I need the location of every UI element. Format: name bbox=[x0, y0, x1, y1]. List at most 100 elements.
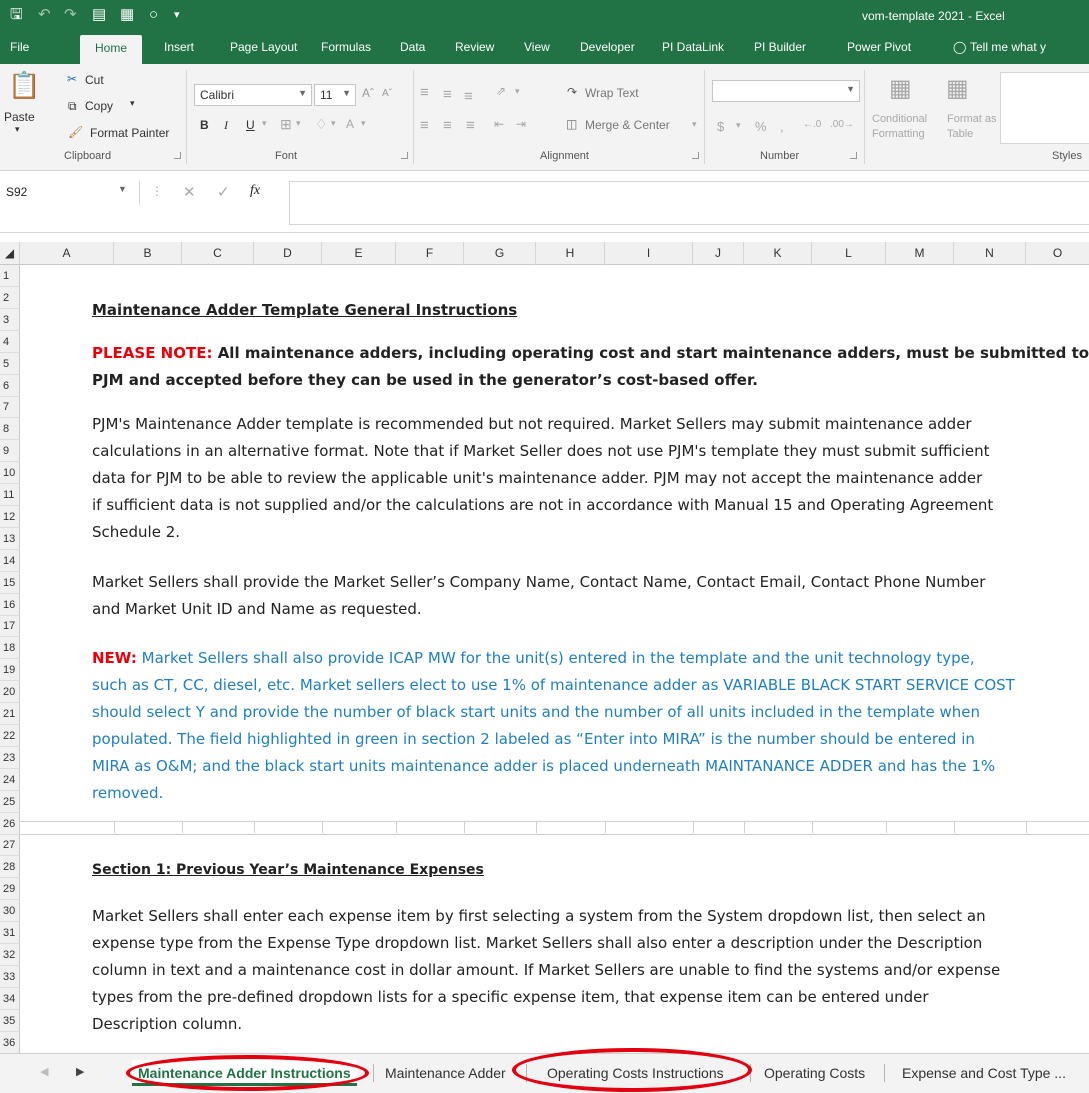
column-header[interactable]: A bbox=[20, 242, 114, 265]
cut-button[interactable]: Cut bbox=[85, 73, 104, 87]
sheet-tab-maintenance-adder[interactable]: Maintenance Adder bbox=[385, 1060, 506, 1086]
format-painter-button[interactable]: Format Painter bbox=[90, 126, 169, 140]
row-header[interactable]: 22 bbox=[0, 725, 20, 747]
column-header[interactable]: H bbox=[536, 242, 605, 265]
copy-icon[interactable]: ⧉ bbox=[68, 99, 77, 114]
formula-input[interactable] bbox=[289, 181, 1089, 225]
paste-dropdown-icon[interactable]: ▾ bbox=[15, 124, 20, 135]
row-header[interactable]: 31 bbox=[0, 922, 20, 944]
calendar-icon[interactable]: ▦ bbox=[120, 6, 134, 24]
row-header[interactable]: 26 bbox=[0, 813, 20, 835]
underline-icon[interactable]: U bbox=[246, 118, 255, 132]
column-header[interactable]: J bbox=[693, 242, 744, 265]
copy-dropdown-icon[interactable]: ▾ bbox=[130, 98, 135, 109]
align-bottom-icon[interactable]: ≡ bbox=[464, 88, 473, 105]
font-size-select[interactable]: 11 ▼ bbox=[314, 84, 356, 106]
cut-icon[interactable]: ✂ bbox=[67, 72, 77, 86]
tab-home[interactable]: Home bbox=[80, 35, 143, 64]
row-header[interactable]: 3 bbox=[0, 309, 20, 331]
sheet-tab-operating-costs[interactable]: Operating Costs bbox=[764, 1060, 865, 1086]
print-preview-icon[interactable]: ▤ bbox=[92, 6, 106, 24]
orientation-icon[interactable]: ⇗ bbox=[496, 84, 506, 98]
comma-icon[interactable]: , bbox=[780, 119, 784, 134]
paste-icon[interactable]: 📋 bbox=[8, 70, 40, 101]
row-header[interactable]: 20 bbox=[0, 681, 20, 703]
row-header[interactable]: 36 bbox=[0, 1032, 20, 1054]
row-header[interactable]: 35 bbox=[0, 1010, 20, 1032]
row-header[interactable]: 9 bbox=[0, 440, 20, 462]
chevron-down-icon[interactable]: ▼ bbox=[118, 184, 127, 194]
row-header[interactable]: 2 bbox=[0, 287, 20, 309]
row-header[interactable]: 28 bbox=[0, 856, 20, 878]
currency-dropdown-icon[interactable]: ▾ bbox=[736, 120, 741, 131]
underline-dropdown-icon[interactable]: ▾ bbox=[262, 118, 267, 129]
format-painter-icon[interactable]: 🖌 bbox=[68, 125, 83, 139]
align-center-icon[interactable]: ≡ bbox=[443, 117, 452, 134]
row-header[interactable]: 5 bbox=[0, 353, 20, 375]
format-as-table-icon[interactable]: ▦ bbox=[946, 74, 969, 103]
decrease-indent-icon[interactable]: ⇤ bbox=[494, 117, 504, 131]
row-header[interactable]: 21 bbox=[0, 703, 20, 725]
column-header[interactable]: M bbox=[886, 242, 954, 265]
row-header[interactable]: 32 bbox=[0, 944, 20, 966]
tell-me-search[interactable]: Tell me what y bbox=[970, 40, 1046, 54]
column-header[interactable]: O bbox=[1026, 242, 1089, 265]
row-header[interactable]: 34 bbox=[0, 988, 20, 1010]
align-top-icon[interactable]: ≡ bbox=[420, 84, 429, 101]
sheet-tab-expense-and-cost-type[interactable]: Expense and Cost Type ... bbox=[902, 1060, 1066, 1086]
row-header[interactable]: 6 bbox=[0, 375, 20, 397]
save-icon[interactable]: 🖫 bbox=[10, 6, 23, 24]
undo-icon[interactable]: ↶ bbox=[38, 6, 51, 24]
tab-data[interactable]: Data bbox=[400, 40, 425, 54]
clipboard-launcher-icon[interactable] bbox=[174, 152, 181, 159]
row-header[interactable]: 18 bbox=[0, 637, 20, 659]
column-header[interactable]: C bbox=[182, 242, 254, 265]
italic-icon[interactable]: I bbox=[224, 118, 228, 133]
tab-insert[interactable]: Insert bbox=[164, 40, 194, 54]
currency-icon[interactable]: $ bbox=[717, 119, 724, 134]
merge-center-button[interactable]: Merge & Center bbox=[585, 118, 670, 132]
tab-power-pivot[interactable]: Power Pivot bbox=[847, 40, 911, 54]
font-color-dropdown-icon[interactable]: ▾ bbox=[361, 118, 366, 129]
column-header[interactable]: F bbox=[396, 242, 464, 265]
copy-button[interactable]: Copy bbox=[85, 99, 113, 113]
merge-center-icon[interactable]: ◫ bbox=[566, 117, 577, 131]
wrap-text-icon[interactable]: ↷ bbox=[567, 85, 577, 99]
tab-pi-builder[interactable]: PI Builder bbox=[754, 40, 806, 54]
row-header[interactable]: 14 bbox=[0, 550, 20, 572]
format-as-table-button[interactable]: Format as Table bbox=[947, 112, 997, 142]
fill-color-icon[interactable]: ♢ bbox=[315, 116, 328, 133]
row-header[interactable]: 24 bbox=[0, 769, 20, 791]
confirm-entry-icon[interactable]: ✓ bbox=[217, 183, 230, 201]
cancel-entry-icon[interactable]: ✕ bbox=[183, 183, 196, 201]
orientation-dropdown-icon[interactable]: ▾ bbox=[515, 86, 520, 97]
decrease-decimal-icon[interactable]: .00→ bbox=[830, 119, 854, 130]
font-name-select[interactable]: Calibri ▼ bbox=[194, 84, 312, 106]
insert-function-icon[interactable]: fx bbox=[250, 183, 260, 199]
row-header[interactable]: 11 bbox=[0, 484, 20, 506]
fill-dropdown-icon[interactable]: ▾ bbox=[331, 118, 336, 129]
wrap-text-button[interactable]: Wrap Text bbox=[585, 86, 639, 100]
font-launcher-icon[interactable] bbox=[401, 152, 408, 159]
column-header[interactable]: B bbox=[114, 242, 182, 265]
align-left-icon[interactable]: ≡ bbox=[420, 117, 429, 134]
circle-icon[interactable]: ○ bbox=[149, 6, 158, 24]
tab-developer[interactable]: Developer bbox=[580, 40, 635, 54]
borders-icon[interactable]: ⊞ bbox=[280, 116, 292, 133]
conditional-formatting-button[interactable]: Conditional Formatting bbox=[872, 112, 942, 142]
tab-pi-datalink[interactable]: PI DataLink bbox=[662, 40, 724, 54]
row-header[interactable]: 27 bbox=[0, 834, 20, 856]
name-box[interactable]: S92 ▼ bbox=[0, 181, 140, 205]
row-header[interactable]: 25 bbox=[0, 791, 20, 813]
column-header[interactable]: N bbox=[954, 242, 1026, 265]
tab-formulas[interactable]: Formulas bbox=[321, 40, 371, 54]
row-header[interactable]: 17 bbox=[0, 615, 20, 637]
merge-dropdown-icon[interactable]: ▾ bbox=[692, 119, 697, 130]
tab-review[interactable]: Review bbox=[455, 40, 494, 54]
column-header[interactable]: K bbox=[744, 242, 812, 265]
decrease-font-icon[interactable]: Aˇ bbox=[382, 88, 392, 99]
customize-toolbar-icon[interactable]: ▾ bbox=[174, 6, 180, 24]
cell-styles-gallery[interactable] bbox=[1000, 72, 1089, 144]
tab-file[interactable]: File bbox=[10, 40, 29, 54]
row-header[interactable]: 33 bbox=[0, 966, 20, 988]
